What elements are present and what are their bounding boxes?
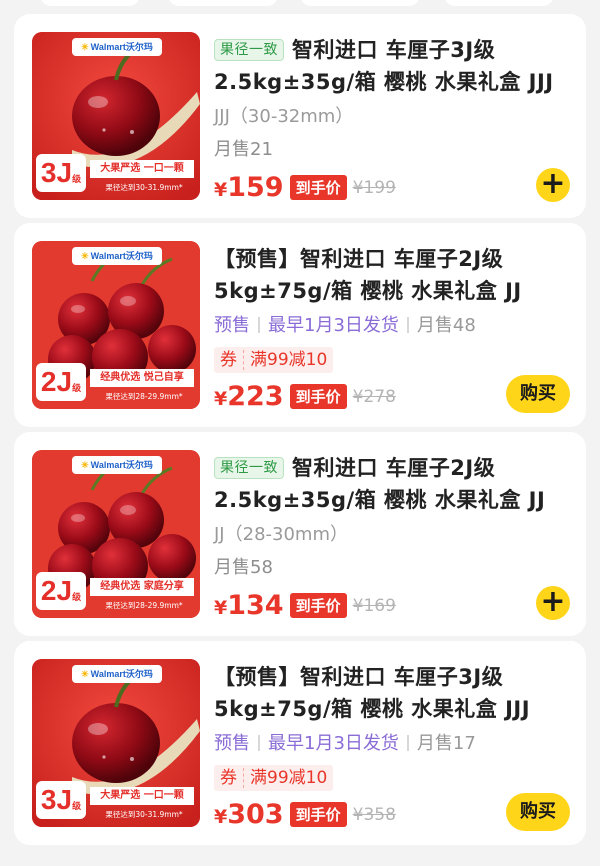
presale-label: 预售 bbox=[214, 733, 250, 754]
presale-label: 预售 bbox=[214, 315, 250, 336]
monthly-sales: 月售21 bbox=[214, 139, 273, 160]
image-slogan: 经典优选 悦己自享 bbox=[90, 369, 194, 387]
image-slogan: 大果严选 一口一颗 bbox=[90, 160, 194, 178]
price-row: ¥159 到手价 ¥199 bbox=[214, 172, 396, 206]
product-title[interactable]: 【预售】智利进口 车厘子2J级 5kg±75g/箱 樱桃 水果礼盒 JJ bbox=[214, 243, 574, 307]
divider bbox=[406, 735, 409, 751]
monthly-sales: 月售17 bbox=[416, 733, 476, 754]
product-image[interactable]: ✳ Walmart沃尔玛 2J级 经典优选 家庭分享 果径达到28-29.9mm* bbox=[32, 450, 200, 618]
final-price-badge: 到手价 bbox=[289, 384, 347, 409]
walmart-badge: ✳ Walmart沃尔玛 bbox=[72, 38, 162, 56]
original-price: ¥169 bbox=[352, 595, 396, 616]
size-consistent-tag: 果径一致 bbox=[214, 39, 284, 61]
walmart-badge: ✳ Walmart沃尔玛 bbox=[72, 247, 162, 265]
product-card[interactable]: ✳ Walmart沃尔玛 2J级 经典优选 家庭分享 果径达到28-29.9mm*… bbox=[14, 432, 586, 636]
product-image[interactable]: ✳ Walmart沃尔玛 3J级 大果严选 一口一颗 果径达到30-31.9mm* bbox=[32, 32, 200, 200]
original-price: ¥199 bbox=[352, 177, 396, 198]
price-row: ¥223 到手价 ¥278 bbox=[214, 381, 396, 415]
image-size-note: 果径达到28-29.9mm* bbox=[105, 601, 183, 610]
walmart-spark-icon: ✳ bbox=[81, 42, 89, 52]
add-to-cart-button[interactable]: + bbox=[536, 168, 570, 202]
price-row: ¥134 到手价 ¥169 bbox=[214, 590, 396, 624]
grade-badge: 2J级 bbox=[36, 363, 86, 401]
final-price-badge: 到手价 bbox=[289, 593, 347, 618]
final-price: ¥134 bbox=[214, 590, 284, 621]
top-filter-strip bbox=[0, 0, 600, 10]
divider bbox=[406, 317, 409, 333]
buy-button[interactable]: 购买 bbox=[506, 375, 570, 413]
final-price: ¥223 bbox=[214, 381, 284, 412]
coupon-label: 券 bbox=[220, 350, 244, 370]
coupon-label: 券 bbox=[220, 768, 244, 788]
plus-icon: + bbox=[540, 166, 566, 201]
filter-pill[interactable] bbox=[168, 0, 278, 6]
walmart-badge: ✳ Walmart沃尔玛 bbox=[72, 665, 162, 683]
image-size-note: 果径达到30-31.9mm* bbox=[105, 183, 183, 192]
final-price: ¥159 bbox=[214, 172, 284, 203]
walmart-spark-icon: ✳ bbox=[81, 669, 89, 679]
product-image[interactable]: ✳ Walmart沃尔玛 2J级 经典优选 悦己自享 果径达到28-29.9mm* bbox=[32, 241, 200, 409]
filter-pill[interactable] bbox=[300, 0, 420, 6]
divider bbox=[258, 317, 260, 333]
product-card[interactable]: ✳ Walmart沃尔玛 3J级 大果严选 一口一颗 果径达到30-31.9mm*… bbox=[14, 14, 586, 218]
final-price: ¥303 bbox=[214, 799, 284, 830]
monthly-sales: 月售48 bbox=[416, 315, 476, 336]
ship-date: 最早1月3日发货 bbox=[268, 315, 399, 336]
product-card[interactable]: ✳ Walmart沃尔玛 3J级 大果严选 一口一颗 果径达到30-31.9mm*… bbox=[14, 641, 586, 845]
product-card[interactable]: ✳ Walmart沃尔玛 2J级 经典优选 悦己自享 果径达到28-29.9mm*… bbox=[14, 223, 586, 427]
image-slogan: 大果严选 一口一颗 bbox=[90, 787, 194, 805]
product-title[interactable]: 【预售】智利进口 车厘子3J级 5kg±75g/箱 樱桃 水果礼盒 JJJ bbox=[214, 661, 574, 725]
original-price: ¥278 bbox=[352, 386, 396, 407]
buy-button[interactable]: 购买 bbox=[506, 793, 570, 831]
divider bbox=[258, 735, 260, 751]
coupon-tag[interactable]: 券满99减10 bbox=[214, 347, 334, 373]
final-price-badge: 到手价 bbox=[289, 175, 347, 200]
walmart-badge: ✳ Walmart沃尔玛 bbox=[72, 456, 162, 474]
final-price-badge: 到手价 bbox=[289, 802, 347, 827]
product-spec: JJ（28-30mm） bbox=[214, 524, 348, 545]
coupon-tag[interactable]: 券满99减10 bbox=[214, 765, 334, 791]
filter-pill[interactable] bbox=[40, 0, 140, 6]
filter-pill[interactable] bbox=[444, 0, 554, 6]
ship-date: 最早1月3日发货 bbox=[268, 733, 399, 754]
coupon-text: 满99减10 bbox=[250, 768, 328, 788]
walmart-spark-icon: ✳ bbox=[81, 251, 89, 261]
image-size-note: 果径达到28-29.9mm* bbox=[105, 392, 183, 401]
grade-badge: 3J级 bbox=[36, 781, 86, 819]
grade-badge: 3J级 bbox=[36, 154, 86, 192]
add-to-cart-button[interactable]: + bbox=[536, 586, 570, 620]
product-title[interactable]: 果径一致 智利进口 车厘子2J级 2.5kg±35g/箱 樱桃 水果礼盒 JJ bbox=[214, 452, 574, 516]
image-size-note: 果径达到30-31.9mm* bbox=[105, 810, 183, 819]
image-slogan: 经典优选 家庭分享 bbox=[90, 578, 194, 596]
size-consistent-tag: 果径一致 bbox=[214, 457, 284, 479]
product-spec: JJJ（30-32mm） bbox=[214, 106, 354, 127]
product-title[interactable]: 果径一致 智利进口 车厘子3J级 2.5kg±35g/箱 樱桃 水果礼盒 JJJ bbox=[214, 34, 574, 98]
plus-icon: + bbox=[540, 584, 566, 619]
product-image[interactable]: ✳ Walmart沃尔玛 3J级 大果严选 一口一颗 果径达到30-31.9mm* bbox=[32, 659, 200, 827]
price-row: ¥303 到手价 ¥358 bbox=[214, 799, 396, 833]
product-list: ✳ Walmart沃尔玛 3J级 大果严选 一口一颗 果径达到30-31.9mm*… bbox=[14, 14, 586, 850]
monthly-sales: 月售58 bbox=[214, 557, 273, 578]
original-price: ¥358 bbox=[352, 804, 396, 825]
grade-badge: 2J级 bbox=[36, 572, 86, 610]
presale-row: 预售 最早1月3日发货 月售17 bbox=[214, 729, 476, 755]
walmart-spark-icon: ✳ bbox=[81, 460, 89, 470]
presale-row: 预售 最早1月3日发货 月售48 bbox=[214, 311, 476, 337]
coupon-text: 满99减10 bbox=[250, 350, 328, 370]
